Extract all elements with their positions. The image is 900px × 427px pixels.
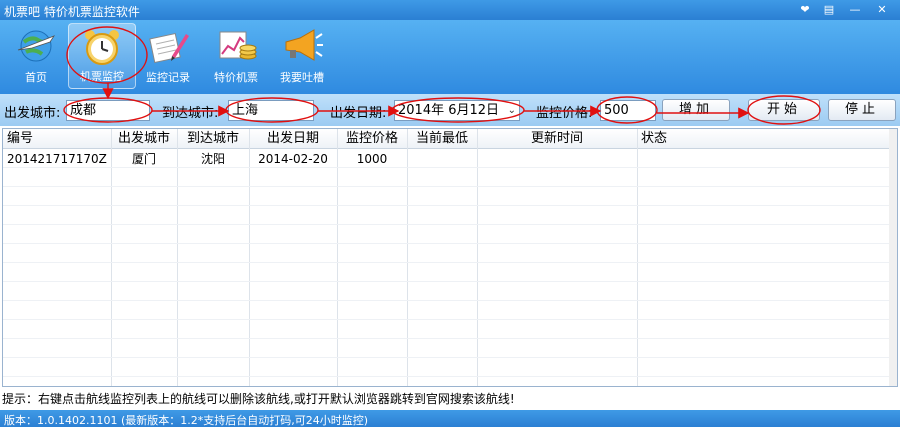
table-cell: 厦门	[131, 152, 156, 166]
annotation-circle	[66, 26, 148, 84]
table-row-empty	[3, 359, 891, 377]
table-row-empty	[3, 245, 891, 263]
table-row-empty	[3, 169, 891, 187]
column-header[interactable]: 出发日期	[249, 129, 337, 149]
status-bar: 版本：1.0.1402.1101 (最新版本：1.2*支持后台自动打码,可24小…	[0, 410, 900, 427]
table-row-empty	[3, 207, 891, 225]
table-row[interactable]: 201421717170Z 厦门 沈阳 2014-02-20 1000	[3, 150, 891, 168]
table-cell: 沈阳	[200, 152, 225, 166]
table-row-empty	[3, 321, 891, 339]
annotation-circle	[225, 97, 319, 123]
table-header: 编号 出发城市 到达城市 出发日期 监控价格 当前最低 更新时间 状态	[3, 129, 891, 149]
annotation-circle	[596, 96, 658, 124]
table-cell	[637, 150, 887, 168]
column-header[interactable]: 状态	[637, 129, 887, 149]
table-cell	[477, 150, 637, 168]
vertical-scrollbar[interactable]	[889, 129, 897, 386]
table-row-empty	[3, 264, 891, 282]
hint-text: 提示：右键点击航线监控列表上的航线可以删除该航线,或打开默认浏览器跳转到官网搜索…	[2, 392, 515, 406]
monitor-table[interactable]: 编号 出发城市 到达城市 出发日期 监控价格 当前最低 更新时间 状态 2014…	[2, 128, 898, 387]
annotation-circle	[63, 97, 153, 123]
column-header[interactable]: 当前最低	[407, 129, 477, 149]
table-row-empty	[3, 283, 891, 301]
table-row-empty	[3, 226, 891, 244]
table-row-empty	[3, 340, 891, 358]
version-text: 版本：1.0.1402.1101 (最新版本：1.2*支持后台自动打码,可24小…	[4, 414, 369, 427]
column-header[interactable]: 更新时间	[477, 129, 637, 149]
table-cell: 2014-02-20	[258, 152, 328, 166]
column-header[interactable]: 出发城市	[111, 129, 177, 149]
annotation-circle	[391, 97, 525, 123]
annotation-circle	[747, 95, 821, 125]
column-header[interactable]: 编号	[3, 129, 111, 149]
table-row-empty	[3, 302, 891, 320]
column-header[interactable]: 监控价格	[337, 129, 407, 149]
annotation-overlay	[63, 26, 821, 125]
table-row-empty	[3, 188, 891, 206]
column-header[interactable]: 到达城市	[177, 129, 249, 149]
table-cell: 201421717170Z	[7, 152, 107, 166]
table-cell: 1000	[356, 152, 388, 166]
table-cell	[407, 150, 477, 168]
